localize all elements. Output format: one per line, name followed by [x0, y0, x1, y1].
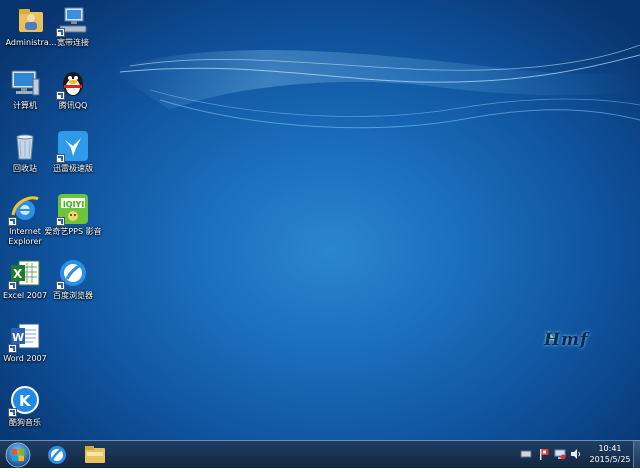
network-connection-icon	[56, 4, 89, 37]
svg-text:W: W	[12, 331, 24, 344]
shortcut-arrow-icon	[56, 281, 65, 290]
internet-explorer-icon	[8, 193, 41, 226]
qq-penguin-icon	[56, 67, 89, 100]
clock-date: 2015/5/25	[589, 455, 631, 464]
iqiyi-icon: iQIYI	[56, 193, 89, 226]
kugou-music-icon: K	[8, 384, 41, 417]
windows-orb-icon	[5, 442, 31, 468]
shortcut-arrow-icon	[56, 217, 65, 226]
svg-text:iQIYI: iQIYI	[63, 200, 84, 209]
excel-icon: X	[8, 257, 41, 290]
taskbar: 10:41 2015/5/25	[0, 440, 640, 468]
folder-icon	[85, 446, 105, 463]
recycle-bin-icon	[9, 130, 41, 162]
desktop-icon-label: 酷狗音乐	[9, 418, 41, 427]
shortcut-arrow-icon	[8, 281, 17, 290]
show-desktop-button[interactable]	[633, 441, 640, 468]
desktop-icon-label: Word 2007	[3, 354, 47, 363]
svg-text:X: X	[13, 267, 23, 281]
desktop-icon-label: 百度浏览器	[53, 291, 93, 300]
shortcut-arrow-icon	[8, 217, 17, 226]
flag-icon[interactable]	[538, 446, 550, 460]
volume-icon[interactable]	[570, 446, 582, 460]
shortcut-arrow-icon	[56, 91, 65, 100]
desktop-icon-label: 宽带连接	[57, 38, 89, 47]
baidu-browser-icon	[48, 446, 66, 464]
clock[interactable]: 10:41 2015/5/25	[584, 443, 636, 465]
wallpaper-logo: Hmf	[544, 328, 602, 354]
desktop-icon-baidu-browser[interactable]: 百度浏览器	[42, 257, 104, 301]
clock-time: 10:41	[598, 444, 622, 453]
taskbar-explorer[interactable]	[76, 442, 114, 466]
start-button[interactable]	[3, 441, 33, 468]
desktop-icon-label: 迅雷极速版	[53, 164, 93, 173]
network-icon[interactable]	[554, 446, 566, 460]
thunder-bird-icon	[56, 130, 89, 163]
keyboard-icon[interactable]	[520, 446, 532, 460]
desktop-icon-broadband[interactable]: 宽带连接	[42, 4, 104, 48]
svg-text:K: K	[19, 392, 32, 410]
desktop-icon-iqiyi[interactable]: iQIYI 爱奇艺PPS 影音	[42, 193, 104, 237]
shortcut-arrow-icon	[8, 408, 17, 417]
word-icon: W	[8, 320, 41, 353]
desktop-icon-kugou[interactable]: K 酷狗音乐	[0, 384, 56, 428]
shortcut-arrow-icon	[56, 28, 65, 37]
taskbar-baidu-browser[interactable]	[38, 442, 76, 466]
wallpaper-logo-text: Hmf	[544, 330, 589, 350]
desktop-icon-label: 爱奇艺PPS 影音	[44, 227, 102, 236]
shortcut-arrow-icon	[8, 344, 17, 353]
computer-icon	[9, 67, 41, 99]
shortcut-arrow-icon	[56, 154, 65, 163]
desktop-icon-word[interactable]: W Word 2007	[0, 320, 56, 364]
desktop-icon-thunder[interactable]: 迅雷极速版	[42, 130, 104, 174]
baidu-browser-icon	[56, 257, 89, 290]
desktop[interactable]: Administra... 宽带连接 计算机 腾讯QQ 回收站 迅雷极速版 In…	[0, 0, 640, 440]
desktop-icon-label: 腾讯QQ	[58, 101, 88, 110]
desktop-icon-qq[interactable]: 腾讯QQ	[42, 67, 104, 111]
